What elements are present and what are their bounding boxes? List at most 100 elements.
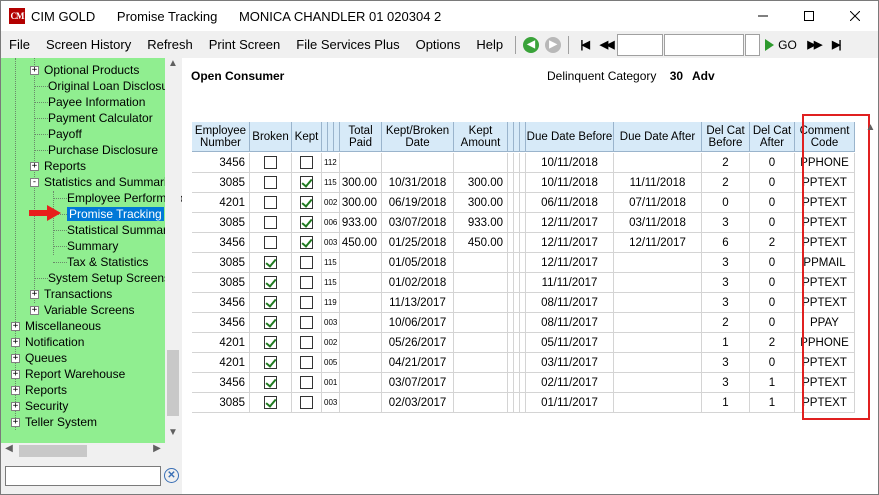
cell-del-cat-after[interactable]: 1 [750,373,795,393]
next-record-icon[interactable]: ▶▶ [805,36,823,54]
column-header-broken[interactable]: Broken [250,122,292,152]
kept-checkbox[interactable] [300,256,313,269]
cell-due-date-after[interactable] [614,393,702,413]
cell-kept-broken-date[interactable]: 01/02/2018 [382,273,454,293]
last-record-icon[interactable]: ▶| [827,36,845,54]
cell-broken[interactable] [250,253,292,273]
cell-kept[interactable] [292,293,322,313]
account-input-3[interactable] [745,33,761,56]
cell-broken[interactable] [250,373,292,393]
cell-misc[interactable]: 006 [322,213,340,233]
cell-del-cat-before[interactable]: 3 [702,253,750,273]
tree-item-payment-calculator[interactable]: Payment Calculator [30,110,153,126]
menu-print-screen[interactable]: Print Screen [201,37,289,52]
kept-checkbox[interactable] [300,156,313,169]
broken-checkbox[interactable] [264,156,277,169]
tree-item-statistics-and-summaries[interactable]: - Statistics and Summaries [30,174,179,190]
cell-employee-number[interactable]: 3085 [192,253,250,273]
cell-due-date-after[interactable] [614,153,702,173]
cell-kept-broken-date[interactable]: 10/31/2018 [382,173,454,193]
broken-checkbox[interactable] [264,276,277,289]
cell-misc[interactable]: 115 [322,253,340,273]
cell-comment-code[interactable]: PPTEXT [795,173,855,193]
first-record-icon[interactable]: |◀ [575,36,593,54]
cell-kept[interactable] [292,353,322,373]
expand-icon[interactable]: + [30,305,39,315]
scroll-left-icon[interactable]: ◀ [1,443,17,459]
cell-kept-broken-date[interactable]: 06/19/2018 [382,193,454,213]
cell-kept-amount[interactable] [454,153,508,173]
cell-kept[interactable] [292,233,322,253]
cell-kept[interactable] [292,333,322,353]
broken-checkbox[interactable] [264,296,277,309]
cell-broken[interactable] [250,313,292,333]
cell-kept-amount[interactable]: 450.00 [454,233,508,253]
cell-kept-amount[interactable] [454,373,508,393]
cell-broken[interactable] [250,353,292,373]
kept-checkbox[interactable] [300,296,313,309]
cell-employee-number[interactable]: 3085 [192,213,250,233]
cell-del-cat-after[interactable]: 0 [750,213,795,233]
account-input-1[interactable] [617,33,664,56]
cell-kept[interactable] [292,193,322,213]
cell-employee-number[interactable]: 3456 [192,233,250,253]
cell-broken[interactable] [250,333,292,353]
cell-kept-amount[interactable] [454,313,508,333]
previous-record-icon[interactable]: ◀◀ [597,36,615,54]
cell-due-date-after[interactable] [614,253,702,273]
cell-due-date-before[interactable]: 12/11/2017 [526,213,614,233]
column-header-kept-broken-date[interactable]: Kept/Broken Date [382,122,454,152]
cell-del-cat-before[interactable]: 3 [702,353,750,373]
cell-broken[interactable] [250,233,292,253]
cell-employee-number[interactable]: 4201 [192,353,250,373]
column-header-due-date-before[interactable]: Due Date Before [526,122,614,152]
column-header-total-paid[interactable]: Total Paid [340,122,382,152]
expand-icon[interactable]: + [30,65,39,75]
tree-item-purchase-disclosure[interactable]: Purchase Disclosure [30,142,158,158]
kept-checkbox[interactable] [300,316,313,329]
tree-item-transactions[interactable]: + Transactions [30,286,112,302]
cell-misc[interactable]: 001 [322,373,340,393]
cell-comment-code[interactable]: PPMAIL [795,253,855,273]
broken-checkbox[interactable] [264,376,277,389]
broken-checkbox[interactable] [264,236,277,249]
cell-due-date-before[interactable]: 12/11/2017 [526,233,614,253]
cell-del-cat-before[interactable]: 0 [702,193,750,213]
cell-kept-amount[interactable] [454,333,508,353]
expand-icon[interactable]: + [30,289,39,299]
cell-kept[interactable] [292,253,322,273]
cell-due-date-after[interactable]: 07/11/2018 [614,193,702,213]
cell-due-date-before[interactable]: 12/11/2017 [526,253,614,273]
broken-checkbox[interactable] [264,196,277,209]
broken-checkbox[interactable] [264,176,277,189]
cell-del-cat-after[interactable]: 0 [750,153,795,173]
cell-due-date-after[interactable]: 11/11/2018 [614,173,702,193]
cell-total-paid[interactable]: 300.00 [340,173,382,193]
kept-checkbox[interactable] [300,356,313,369]
cell-comment-code[interactable]: PPTEXT [795,353,855,373]
clear-search-icon[interactable]: ✕ [164,468,179,483]
menu-file-services-plus[interactable]: File Services Plus [288,37,407,52]
cell-due-date-before[interactable]: 03/11/2017 [526,353,614,373]
cell-due-date-before[interactable]: 10/11/2018 [526,173,614,193]
tree-item-payoff[interactable]: Payoff [30,126,82,142]
cell-due-date-before[interactable]: 08/11/2017 [526,313,614,333]
cell-comment-code[interactable]: PPTEXT [795,273,855,293]
broken-checkbox[interactable] [264,336,277,349]
cell-employee-number[interactable]: 3085 [192,393,250,413]
cell-due-date-after[interactable] [614,293,702,313]
cell-due-date-before[interactable]: 02/11/2017 [526,373,614,393]
tree-item-payee-information[interactable]: Payee Information [30,94,145,110]
cell-due-date-after[interactable] [614,313,702,333]
expand-icon[interactable]: + [30,161,39,171]
scroll-up-icon[interactable]: ▲ [165,58,181,74]
column-header-del-cat-before[interactable]: Del Cat Before [702,122,750,152]
cell-comment-code[interactable]: PPHONE [795,333,855,353]
scroll-right-icon[interactable]: ▶ [149,443,165,459]
kept-checkbox[interactable] [300,276,313,289]
tree-search-input[interactable] [5,466,161,486]
column-header-comment-code[interactable]: Comment Code [795,122,855,152]
table-scroll-up[interactable]: ▲ [863,122,878,152]
tree-item-reports[interactable]: + Reports [30,158,86,174]
cell-comment-code[interactable]: PPTEXT [795,373,855,393]
